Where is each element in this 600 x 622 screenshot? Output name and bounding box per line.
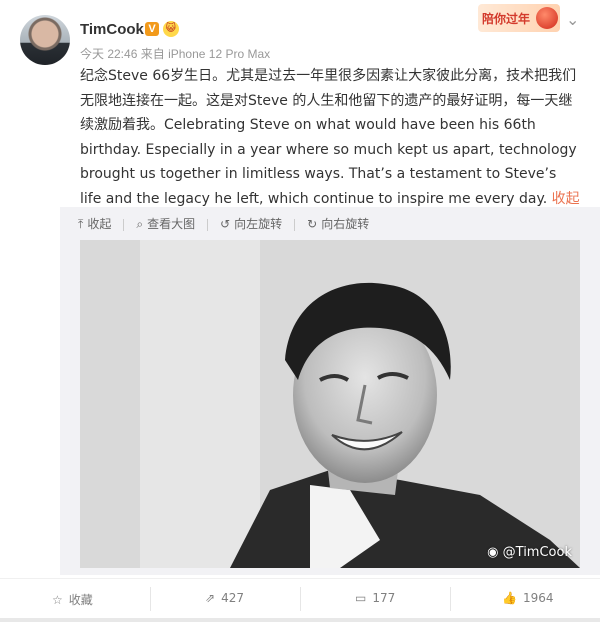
post-photo[interactable]: ◉ @TimCook — [80, 240, 580, 568]
banner-text: 陪你过年 — [482, 12, 531, 26]
bottom-divider — [0, 618, 600, 622]
action-divider — [450, 587, 451, 611]
view-large-label: 查看大图 — [147, 217, 196, 231]
collapse-media-button[interactable]: ⤒ 收起 — [78, 215, 111, 232]
favorite-button[interactable]: ☆ 收藏 — [52, 591, 93, 608]
repost-button[interactable]: ⇗ 427 — [205, 591, 244, 605]
fan-badge-icon[interactable]: 😺 — [163, 21, 179, 37]
thumbs-up-icon: 👍 — [502, 591, 517, 605]
comment-count: 177 — [372, 591, 396, 605]
portrait-illustration — [80, 240, 580, 568]
like-button[interactable]: 👍 1964 — [502, 591, 554, 605]
action-divider — [150, 587, 151, 611]
collapse-label: 收起 — [87, 217, 112, 231]
username[interactable]: TimCook — [80, 21, 144, 38]
rotate-left-icon: ↺ — [220, 217, 231, 231]
chevron-down-icon[interactable]: ⌄ — [566, 10, 579, 29]
media-panel: ⤒ 收起 ⌕ 查看大图 ↺ 向左旋转 ↻ 向右旋转 ◉ @TimCook — [60, 207, 600, 575]
search-icon: ⌕ — [136, 217, 144, 231]
post-header: TimCook V 😺 今天 22:46 来自 iPhone 12 Pro Ma… — [0, 0, 600, 66]
post-time[interactable]: 今天 22:46 — [80, 47, 137, 61]
toolbar-divider — [123, 218, 125, 231]
media-toolbar: ⤒ 收起 ⌕ 查看大图 ↺ 向左旋转 ↻ 向右旋转 — [78, 215, 381, 235]
toolbar-divider — [207, 218, 209, 231]
lantern-icon — [536, 7, 558, 29]
repost-count: 427 — [221, 591, 244, 605]
toolbar-divider — [294, 218, 296, 231]
repost-icon: ⇗ — [205, 591, 216, 605]
rotate-right-label: 向右旋转 — [321, 217, 370, 231]
star-icon: ☆ — [52, 593, 63, 607]
avatar[interactable] — [20, 15, 70, 65]
watermark-text: @TimCook — [502, 545, 572, 560]
like-count: 1964 — [522, 591, 554, 605]
rotate-left-button[interactable]: ↺ 向左旋转 — [220, 215, 282, 232]
action-bar: ☆ 收藏 ⇗ 427 ▭ 177 👍 1964 — [0, 578, 600, 619]
weibo-watermark: ◉ @TimCook — [487, 545, 572, 560]
collapse-icon: ⤒ — [78, 217, 84, 231]
post-body: 纪念Steve 66岁生日。尤其是过去一年里很多因素让大家彼此分离，技术把我们无… — [80, 68, 577, 207]
comment-icon: ▭ — [355, 591, 367, 605]
favorite-label: 收藏 — [68, 593, 93, 607]
rotate-right-icon: ↻ — [307, 217, 318, 231]
view-large-button[interactable]: ⌕ 查看大图 — [136, 215, 195, 232]
source-prefix: 来自 — [140, 47, 165, 61]
action-divider — [300, 587, 301, 611]
rotate-right-button[interactable]: ↻ 向右旋转 — [307, 215, 369, 232]
weibo-logo-icon: ◉ — [487, 545, 499, 560]
comment-button[interactable]: ▭ 177 — [355, 591, 395, 605]
post-meta: 今天 22:46 来自 iPhone 12 Pro Max — [80, 45, 270, 62]
source-device[interactable]: iPhone 12 Pro Max — [168, 47, 270, 61]
rotate-left-label: 向左旋转 — [234, 217, 283, 231]
festival-banner[interactable]: 陪你过年 — [478, 4, 560, 32]
verified-badge-icon[interactable]: V — [145, 22, 159, 36]
